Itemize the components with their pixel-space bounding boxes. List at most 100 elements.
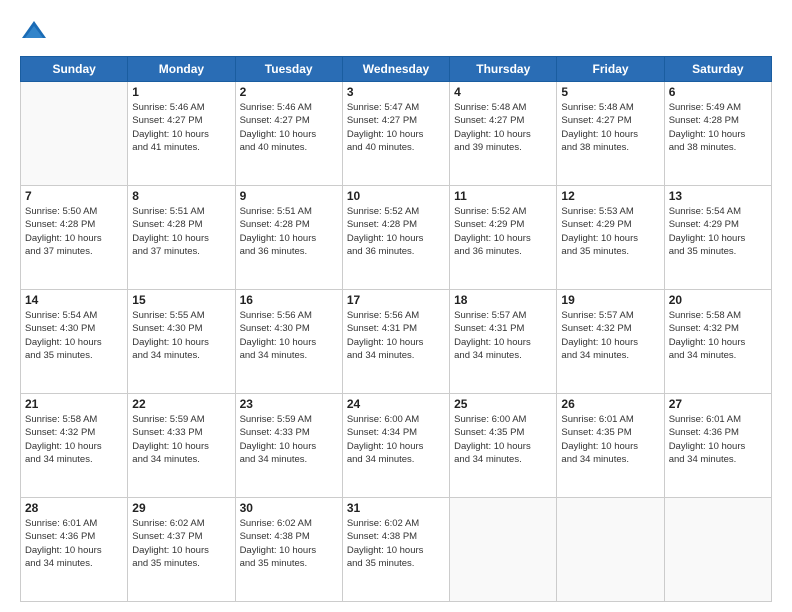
day-info: Sunrise: 5:52 AM Sunset: 4:29 PM Dayligh… bbox=[454, 205, 552, 258]
day-info: Sunrise: 5:57 AM Sunset: 4:31 PM Dayligh… bbox=[454, 309, 552, 362]
calendar-cell: 2 Sunrise: 5:46 AM Sunset: 4:27 PM Daylig… bbox=[235, 82, 342, 186]
day-number: 1 bbox=[132, 85, 230, 99]
day-number: 20 bbox=[669, 293, 767, 307]
day-number: 11 bbox=[454, 189, 552, 203]
day-info: Sunrise: 6:02 AM Sunset: 4:38 PM Dayligh… bbox=[240, 517, 338, 570]
day-info: Sunrise: 6:02 AM Sunset: 4:38 PM Dayligh… bbox=[347, 517, 445, 570]
day-number: 30 bbox=[240, 501, 338, 515]
week-row-3: 14 Sunrise: 5:54 AM Sunset: 4:30 PM Dayli… bbox=[21, 290, 772, 394]
day-number: 2 bbox=[240, 85, 338, 99]
day-header-tuesday: Tuesday bbox=[235, 57, 342, 82]
calendar-cell: 29Sunrise: 6:02 AM Sunset: 4:37 PM Dayli… bbox=[128, 498, 235, 602]
day-info: Sunrise: 6:01 AM Sunset: 4:36 PM Dayligh… bbox=[669, 413, 767, 466]
day-number: 29 bbox=[132, 501, 230, 515]
day-info: Sunrise: 6:01 AM Sunset: 4:35 PM Dayligh… bbox=[561, 413, 659, 466]
day-info: Sunrise: 5:50 AM Sunset: 4:28 PM Dayligh… bbox=[25, 205, 123, 258]
calendar-cell: 18 Sunrise: 5:57 AM Sunset: 4:31 PM Dayli… bbox=[450, 290, 557, 394]
calendar-cell: 9Sunrise: 5:51 AM Sunset: 4:28 PM Daylig… bbox=[235, 186, 342, 290]
calendar-cell: 28 Sunrise: 6:01 AM Sunset: 4:36 PM Dayli… bbox=[21, 498, 128, 602]
day-info: Sunrise: 5:52 AM Sunset: 4:28 PM Dayligh… bbox=[347, 205, 445, 258]
day-number: 10 bbox=[347, 189, 445, 203]
day-number: 4 bbox=[454, 85, 552, 99]
calendar-cell: 6 Sunrise: 5:49 AM Sunset: 4:28 PM Daylig… bbox=[664, 82, 771, 186]
day-number: 19 bbox=[561, 293, 659, 307]
day-number: 28 bbox=[25, 501, 123, 515]
calendar-cell bbox=[664, 498, 771, 602]
calendar-cell: 31 Sunrise: 6:02 AM Sunset: 4:38 PM Dayli… bbox=[342, 498, 449, 602]
logo-icon bbox=[20, 18, 48, 46]
header bbox=[20, 18, 772, 46]
day-number: 16 bbox=[240, 293, 338, 307]
day-info: Sunrise: 5:49 AM Sunset: 4:28 PM Dayligh… bbox=[669, 101, 767, 154]
calendar-cell: 10 Sunrise: 5:52 AM Sunset: 4:28 PM Dayli… bbox=[342, 186, 449, 290]
day-header-saturday: Saturday bbox=[664, 57, 771, 82]
day-number: 17 bbox=[347, 293, 445, 307]
day-info: Sunrise: 5:56 AM Sunset: 4:30 PM Dayligh… bbox=[240, 309, 338, 362]
calendar-cell: 20 Sunrise: 5:58 AM Sunset: 4:32 PM Dayli… bbox=[664, 290, 771, 394]
week-row-1: 1 Sunrise: 5:46 AM Sunset: 4:27 PM Daylig… bbox=[21, 82, 772, 186]
day-number: 3 bbox=[347, 85, 445, 99]
day-info: Sunrise: 5:54 AM Sunset: 4:29 PM Dayligh… bbox=[669, 205, 767, 258]
day-info: Sunrise: 6:00 AM Sunset: 4:34 PM Dayligh… bbox=[347, 413, 445, 466]
calendar-cell: 7 Sunrise: 5:50 AM Sunset: 4:28 PM Daylig… bbox=[21, 186, 128, 290]
day-info: Sunrise: 5:47 AM Sunset: 4:27 PM Dayligh… bbox=[347, 101, 445, 154]
day-number: 7 bbox=[25, 189, 123, 203]
day-number: 25 bbox=[454, 397, 552, 411]
day-info: Sunrise: 5:56 AM Sunset: 4:31 PM Dayligh… bbox=[347, 309, 445, 362]
day-header-sunday: Sunday bbox=[21, 57, 128, 82]
calendar-cell: 1Sunrise: 5:46 AM Sunset: 4:27 PM Daylig… bbox=[128, 82, 235, 186]
calendar-cell: 26 Sunrise: 6:01 AM Sunset: 4:35 PM Dayli… bbox=[557, 394, 664, 498]
day-info: Sunrise: 5:54 AM Sunset: 4:30 PM Dayligh… bbox=[25, 309, 123, 362]
day-info: Sunrise: 5:46 AM Sunset: 4:27 PM Dayligh… bbox=[240, 101, 338, 154]
week-row-4: 21Sunrise: 5:58 AM Sunset: 4:32 PM Dayli… bbox=[21, 394, 772, 498]
calendar-cell: 8Sunrise: 5:51 AM Sunset: 4:28 PM Daylig… bbox=[128, 186, 235, 290]
calendar-cell: 22 Sunrise: 5:59 AM Sunset: 4:33 PM Dayli… bbox=[128, 394, 235, 498]
calendar-cell bbox=[21, 82, 128, 186]
page: SundayMondayTuesdayWednesdayThursdayFrid… bbox=[0, 0, 792, 612]
day-header-thursday: Thursday bbox=[450, 57, 557, 82]
day-number: 27 bbox=[669, 397, 767, 411]
day-info: Sunrise: 5:48 AM Sunset: 4:27 PM Dayligh… bbox=[454, 101, 552, 154]
calendar-cell: 21Sunrise: 5:58 AM Sunset: 4:32 PM Dayli… bbox=[21, 394, 128, 498]
day-info: Sunrise: 5:59 AM Sunset: 4:33 PM Dayligh… bbox=[132, 413, 230, 466]
week-row-5: 28 Sunrise: 6:01 AM Sunset: 4:36 PM Dayli… bbox=[21, 498, 772, 602]
calendar-cell: 11 Sunrise: 5:52 AM Sunset: 4:29 PM Dayli… bbox=[450, 186, 557, 290]
day-info: Sunrise: 6:01 AM Sunset: 4:36 PM Dayligh… bbox=[25, 517, 123, 570]
calendar-cell: 23Sunrise: 5:59 AM Sunset: 4:33 PM Dayli… bbox=[235, 394, 342, 498]
day-info: Sunrise: 5:58 AM Sunset: 4:32 PM Dayligh… bbox=[25, 413, 123, 466]
day-number: 5 bbox=[561, 85, 659, 99]
week-row-2: 7 Sunrise: 5:50 AM Sunset: 4:28 PM Daylig… bbox=[21, 186, 772, 290]
calendar-cell: 24 Sunrise: 6:00 AM Sunset: 4:34 PM Dayli… bbox=[342, 394, 449, 498]
calendar-cell: 13 Sunrise: 5:54 AM Sunset: 4:29 PM Dayli… bbox=[664, 186, 771, 290]
calendar-table: SundayMondayTuesdayWednesdayThursdayFrid… bbox=[20, 56, 772, 602]
day-number: 23 bbox=[240, 397, 338, 411]
calendar-cell: 19Sunrise: 5:57 AM Sunset: 4:32 PM Dayli… bbox=[557, 290, 664, 394]
day-header-wednesday: Wednesday bbox=[342, 57, 449, 82]
day-number: 31 bbox=[347, 501, 445, 515]
day-info: Sunrise: 6:00 AM Sunset: 4:35 PM Dayligh… bbox=[454, 413, 552, 466]
day-info: Sunrise: 5:53 AM Sunset: 4:29 PM Dayligh… bbox=[561, 205, 659, 258]
day-info: Sunrise: 5:48 AM Sunset: 4:27 PM Dayligh… bbox=[561, 101, 659, 154]
day-number: 14 bbox=[25, 293, 123, 307]
day-header-friday: Friday bbox=[557, 57, 664, 82]
calendar-cell: 15Sunrise: 5:55 AM Sunset: 4:30 PM Dayli… bbox=[128, 290, 235, 394]
day-number: 13 bbox=[669, 189, 767, 203]
day-number: 18 bbox=[454, 293, 552, 307]
day-header-monday: Monday bbox=[128, 57, 235, 82]
calendar-cell: 25 Sunrise: 6:00 AM Sunset: 4:35 PM Dayli… bbox=[450, 394, 557, 498]
day-info: Sunrise: 5:58 AM Sunset: 4:32 PM Dayligh… bbox=[669, 309, 767, 362]
day-info: Sunrise: 5:51 AM Sunset: 4:28 PM Dayligh… bbox=[132, 205, 230, 258]
calendar-cell bbox=[450, 498, 557, 602]
calendar-cell: 27 Sunrise: 6:01 AM Sunset: 4:36 PM Dayli… bbox=[664, 394, 771, 498]
calendar-cell: 3 Sunrise: 5:47 AM Sunset: 4:27 PM Daylig… bbox=[342, 82, 449, 186]
day-number: 6 bbox=[669, 85, 767, 99]
calendar-cell: 16 Sunrise: 5:56 AM Sunset: 4:30 PM Dayli… bbox=[235, 290, 342, 394]
day-number: 24 bbox=[347, 397, 445, 411]
days-header-row: SundayMondayTuesdayWednesdayThursdayFrid… bbox=[21, 57, 772, 82]
day-number: 12 bbox=[561, 189, 659, 203]
day-number: 22 bbox=[132, 397, 230, 411]
calendar-cell: 17 Sunrise: 5:56 AM Sunset: 4:31 PM Dayli… bbox=[342, 290, 449, 394]
calendar-cell bbox=[557, 498, 664, 602]
day-number: 26 bbox=[561, 397, 659, 411]
day-number: 15 bbox=[132, 293, 230, 307]
